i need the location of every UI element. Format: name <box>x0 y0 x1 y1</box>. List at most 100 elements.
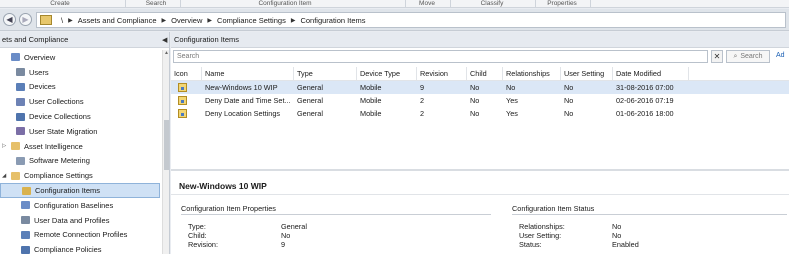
configuration-item-icon <box>178 96 187 105</box>
folder-icon <box>11 142 20 151</box>
breadcrumb-configuration-items[interactable]: Configuration Items <box>300 16 365 25</box>
details-title: New-Windows 10 WIP <box>179 181 267 191</box>
tree-item-device-collections[interactable]: Device Collections <box>0 109 160 124</box>
baseline-icon <box>21 201 30 210</box>
scroll-up-icon[interactable]: ▲ <box>163 50 170 56</box>
results-pane: Configuration Items Search ✕ ⌕ Search Ad… <box>171 32 789 254</box>
column-header-relationships[interactable]: Relationships <box>503 67 561 81</box>
navigation-bar: ◀ ▶ ▼ \ ▶ Assets and Compliance ▶ Overvi… <box>0 9 789 31</box>
status-value: No <box>612 231 622 240</box>
ribbon-group-search: Search <box>145 0 167 7</box>
ribbon-group-create: Create <box>50 0 70 7</box>
scrollbar-thumb[interactable] <box>164 120 169 170</box>
breadcrumb-separator-icon[interactable]: ▶ <box>291 17 296 24</box>
column-header-user-setting[interactable]: User Setting <box>561 67 613 81</box>
table-cell-name: Deny Location Settings <box>205 109 281 118</box>
ribbon-divider <box>405 0 406 8</box>
table-row[interactable]: Deny Location Settings General Mobile 2 No Ye… <box>171 107 789 120</box>
table-cell-child: No <box>470 96 480 105</box>
breadcrumb-assets-and-compliance[interactable]: Assets and Compliance <box>78 16 157 25</box>
tree-item-label: Device Collections <box>29 112 91 122</box>
table-cell-type: General <box>297 109 323 118</box>
column-header-type[interactable]: Type <box>294 67 357 81</box>
tree-item-user-data-and-profiles[interactable]: User Data and Profiles <box>0 213 160 228</box>
status-value: Enabled <box>612 240 639 249</box>
tree-item-remote-connection-profiles[interactable]: Remote Connection Profiles <box>0 228 160 243</box>
ribbon-divider <box>590 0 591 8</box>
clear-search-button[interactable]: ✕ <box>711 50 723 63</box>
configuration-items-table: Icon Name Type Device Type Revision Chil… <box>171 67 789 120</box>
expander-icon[interactable]: ▷ <box>2 143 9 149</box>
column-header-name[interactable]: Name <box>202 67 294 81</box>
breadcrumb-overview[interactable]: Overview <box>171 16 202 25</box>
tree-item-configuration-items[interactable]: Configuration Items <box>0 183 160 198</box>
configuration-item-icon <box>178 109 187 118</box>
ribbon-group-move: Move <box>419 0 435 7</box>
tree-item-label: User Data and Profiles <box>34 215 110 225</box>
tree-item-configuration-baselines[interactable]: Configuration Baselines <box>0 198 160 213</box>
expander-icon[interactable]: ◢ <box>2 173 9 179</box>
results-title: Configuration Items <box>171 32 789 48</box>
add-criteria-link[interactable]: Ad <box>776 52 785 59</box>
device-collection-icon <box>16 112 25 121</box>
table-cell-icon <box>171 107 202 120</box>
table-cell-relationships: Yes <box>506 109 518 118</box>
tree-item-compliance-policies[interactable]: Compliance Policies <box>0 242 160 254</box>
tree-item-label: Devices <box>29 82 56 92</box>
tree-item-software-metering[interactable]: Software Metering <box>0 154 160 169</box>
forward-arrow-icon[interactable]: ▶ <box>19 13 32 26</box>
navigation-scrollbar[interactable]: ▲ <box>162 50 169 254</box>
breadcrumb-separator-icon[interactable]: ▶ <box>68 17 73 24</box>
search-button[interactable]: ⌕ Search <box>726 50 770 63</box>
tree-item-devices[interactable]: Devices <box>0 80 160 95</box>
tree-item-asset-intelligence[interactable]: ▷ Asset Intelligence <box>0 139 160 154</box>
column-header-icon[interactable]: Icon <box>171 67 202 81</box>
back-arrow-icon[interactable]: ◀ <box>3 13 16 26</box>
table-cell-date-modified: 02-06-2016 07:19 <box>616 96 674 105</box>
ribbon-divider <box>535 0 536 8</box>
table-cell-icon <box>171 81 202 94</box>
splitter[interactable] <box>171 169 789 171</box>
column-header-device-type[interactable]: Device Type <box>357 67 417 81</box>
column-header-date-modified[interactable]: Date Modified <box>613 67 689 81</box>
tree-item-user-collections[interactable]: User Collections <box>0 94 160 109</box>
tree-item-overview[interactable]: Overview <box>0 50 160 65</box>
table-row[interactable]: Deny Date and Time Set... General Mobile 2 N… <box>171 94 789 107</box>
property-label: Revision: <box>188 240 219 249</box>
breadcrumb[interactable]: \ ▶ Assets and Compliance ▶ Overview ▶ C… <box>36 12 786 28</box>
breadcrumb-separator-icon[interactable]: ▶ <box>207 17 212 24</box>
breadcrumb-root[interactable]: \ <box>61 16 63 25</box>
breadcrumb-separator-icon[interactable]: ▶ <box>162 17 167 24</box>
divider <box>181 214 491 215</box>
status-label: Relationships: <box>519 222 565 231</box>
table-cell-device-type: Mobile <box>360 83 382 92</box>
tree-item-users[interactable]: Users <box>0 65 160 80</box>
property-value: No <box>281 231 291 240</box>
navigation-pane-header: ets and Compliance ◀ <box>0 32 169 48</box>
table-row[interactable]: New-Windows 10 WIP General Mobile 9 No No No 31… <box>171 81 789 94</box>
user-collection-icon <box>16 97 25 106</box>
table-cell-icon <box>171 94 202 107</box>
status-value: No <box>612 222 622 231</box>
tree-item-compliance-settings[interactable]: ◢ Compliance Settings <box>0 168 160 183</box>
table-header-row: Icon Name Type Device Type Revision Chil… <box>171 67 789 81</box>
ribbon-group-configuration-item: Configuration Item <box>258 0 312 7</box>
column-header-child[interactable]: Child <box>467 67 503 81</box>
divider <box>512 214 787 215</box>
search-input[interactable]: Search <box>173 50 708 63</box>
table-cell-type: General <box>297 83 323 92</box>
collapse-pane-icon[interactable]: ◀ <box>162 36 167 44</box>
search-button-label: Search <box>740 53 763 60</box>
breadcrumb-compliance-settings[interactable]: Compliance Settings <box>217 16 286 25</box>
property-label: Child: <box>188 231 207 240</box>
console-home-icon[interactable] <box>40 15 52 25</box>
tree-item-label: Compliance Settings <box>24 171 93 181</box>
remote-icon <box>21 230 30 239</box>
table-cell-relationships: No <box>506 83 516 92</box>
tree-item-label: Compliance Policies <box>34 245 102 254</box>
table-cell-revision: 2 <box>420 96 425 105</box>
tree-item-label: Configuration Baselines <box>34 200 114 210</box>
tree-item-user-state-migration[interactable]: User State Migration <box>0 124 160 139</box>
column-header-revision[interactable]: Revision <box>417 67 467 81</box>
table-cell-relationships: Yes <box>506 96 518 105</box>
